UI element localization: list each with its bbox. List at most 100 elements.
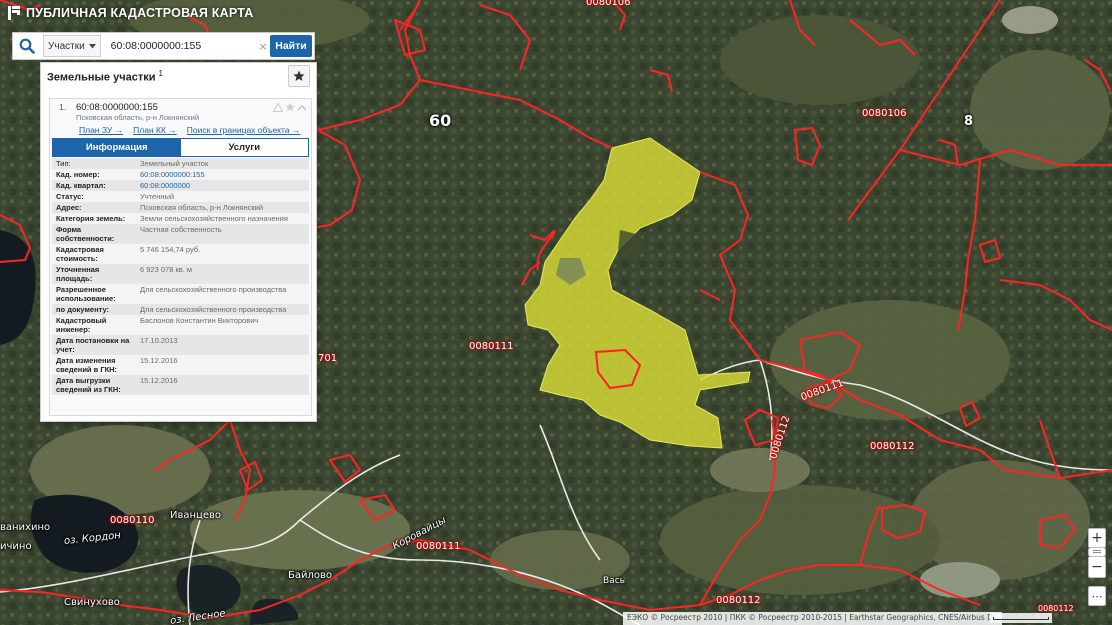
info-key: Категория земель: [52,213,136,224]
info-value: Частная собственность [136,224,309,244]
zoom-out-button[interactable]: − [1088,556,1106,578]
tab-services[interactable]: Услуги [180,139,308,156]
info-key: Кадастровая стоимость: [52,244,136,264]
info-key: Дата постановки на учет: [52,335,136,355]
app-header[interactable]: ПУБЛИЧНАЯ КАДАСТРОВАЯ КАРТА [8,6,253,20]
map-label-place: Свинухово [64,597,120,608]
table-row: Кад. номер: 60:08:0000000:155 [52,169,309,180]
pkk-logo-icon [8,6,20,20]
map-label-place: Вась [603,576,625,586]
tab-information[interactable]: Информация [53,139,181,156]
table-row: Статус: Учтенный [52,191,309,202]
drag-handle-icon [1093,548,1101,556]
table-row: по документу: Для сельскохозяйственного … [52,304,309,315]
table-row: Дата постановки на учет: 17.10.2013 [52,335,309,355]
chevron-up-icon[interactable] [297,104,307,111]
map-label-kvartal: 0080106 [586,0,631,8]
info-value: 17.10.2013 [136,335,309,355]
info-key: Тип: [52,158,136,169]
table-row: Дата выгрузки сведений из ГКН: 15.12.201… [52,375,309,395]
warning-icon[interactable] [273,102,283,112]
info-value: 15.12.2016 [136,375,309,395]
map-label-place: Иванцево [170,510,222,521]
search-icon[interactable] [13,33,41,59]
map-label-kvartal: 0080111 [469,341,514,352]
info-key: Кадастровый инженер: [52,315,136,335]
info-key: Форма собственности: [52,224,136,244]
map-label-kvartal: 701 [318,353,338,364]
map-label-place: ванихино [0,522,51,533]
map-label-road-number: 8 [964,114,974,129]
results-panel-title-text: Земельные участки [47,71,156,84]
info-key: Кад. квартал: [52,180,136,191]
map-label-kvartal: 0080110 [110,515,155,526]
result-index: 1. [59,102,67,112]
zoom-slider[interactable] [1088,548,1106,556]
info-value: 15.12.2016 [136,355,309,375]
map-label-kvartal: 0080112 [1038,604,1074,613]
info-value: Земельный участок [136,158,309,169]
plan-kk-link[interactable]: План КК → [133,125,177,135]
result-cad-number[interactable]: 60:08:0000000:155 [76,102,158,113]
info-value: Псковская область, р-н Локнянский [136,202,309,213]
clear-icon[interactable]: × [256,40,270,53]
map-label-kvartal: 0080112 [716,595,761,606]
results-panel-title: Земельные участки 1 [47,69,163,84]
map-label-place: ичино [0,541,32,552]
info-value: Для сельскохозяйственного производства [136,304,309,315]
result-links: План ЗУ → План КК → Поиск в границах объ… [79,125,300,135]
result-card[interactable]: 1. 60:08:0000000:155 Псковская область, … [49,98,312,416]
table-row: Уточненная площадь: 6 923 078 кв. м [52,264,309,284]
table-row: Форма собственности: Частная собственнос… [52,224,309,244]
table-row: Кад. квартал: 60:08:0000000 [52,180,309,191]
info-key: по документу: [52,304,136,315]
info-value: Для сельскохозяйственного производства [136,284,309,304]
favorite-button[interactable] [288,65,310,87]
info-value-link[interactable]: 60:08:0000000 [136,180,309,191]
info-key: Кад. номер: [52,169,136,180]
search-bar: Участки 60:08:0000000:155 × Найти [12,32,315,60]
info-key: Дата выгрузки сведений из ГКН: [52,375,136,395]
map-label-kvartal: 0080111 [416,541,461,552]
result-tabs: Информация Услуги [52,138,309,157]
map-label-place: Байлово [288,570,333,581]
info-value: Учтенный [136,191,309,202]
table-row: Тип: Земельный участок [52,158,309,169]
info-key: Статус: [52,191,136,202]
info-key: Разрешенное использование: [52,284,136,304]
scale-bar [990,613,1052,623]
chevron-down-icon [88,41,96,52]
zoom-in-button[interactable]: + [1088,528,1106,548]
plan-zu-link[interactable]: План ЗУ → [79,125,123,135]
star-icon[interactable] [285,102,295,112]
app-title: ПУБЛИЧНАЯ КАДАСТРОВАЯ КАРТА [26,6,254,20]
scale-bar-line [993,617,1049,620]
search-in-bounds-link[interactable]: Поиск в границах объекта → [187,125,301,135]
find-button[interactable]: Найти [270,35,312,57]
info-key: Уточненная площадь: [52,264,136,284]
info-key: Адрес: [52,202,136,213]
info-value-link[interactable]: 60:08:0000000:155 [136,169,309,180]
map-label-kvartal: 0080106 [862,108,907,119]
table-row: Категория земель: Земли сельскохозяйстве… [52,213,309,224]
search-type-label: Участки [48,40,85,52]
search-type-select[interactable]: Участки [43,35,101,57]
info-value: 6 923 078 кв. м [136,264,309,284]
map-label-road-number: 60 [429,111,452,130]
info-value: Земли сельскохозяйственного назначения [136,213,309,224]
more-menu-button[interactable]: ⋯ [1088,586,1106,606]
search-input[interactable]: 60:08:0000000:155 [101,40,256,52]
results-panel-header: Земельные участки 1 [41,63,316,95]
table-row: Адрес: Псковская область, р-н Локнянский [52,202,309,213]
table-row: Кадастровый инженер: Баслонов Константин… [52,315,309,335]
table-row: Кадастровая стоимость: 5 746 154,74 руб. [52,244,309,264]
map-attribution: ЕЭКО © Росреестр 2010 | ПКК © Росреестр … [623,612,1002,625]
table-row: Разрешенное использование: Для сельскохо… [52,284,309,304]
map-label-kvartal: 0080112 [870,441,915,452]
star-icon [293,70,305,81]
info-table: Тип: Земельный участок Кад. номер: 60:08… [52,158,309,395]
info-key: Дата изменения сведений в ГКН: [52,355,136,375]
info-value: 5 746 154,74 руб. [136,244,309,264]
result-tools [273,102,307,112]
result-address: Псковская область, р-н Локнянский [76,113,200,122]
